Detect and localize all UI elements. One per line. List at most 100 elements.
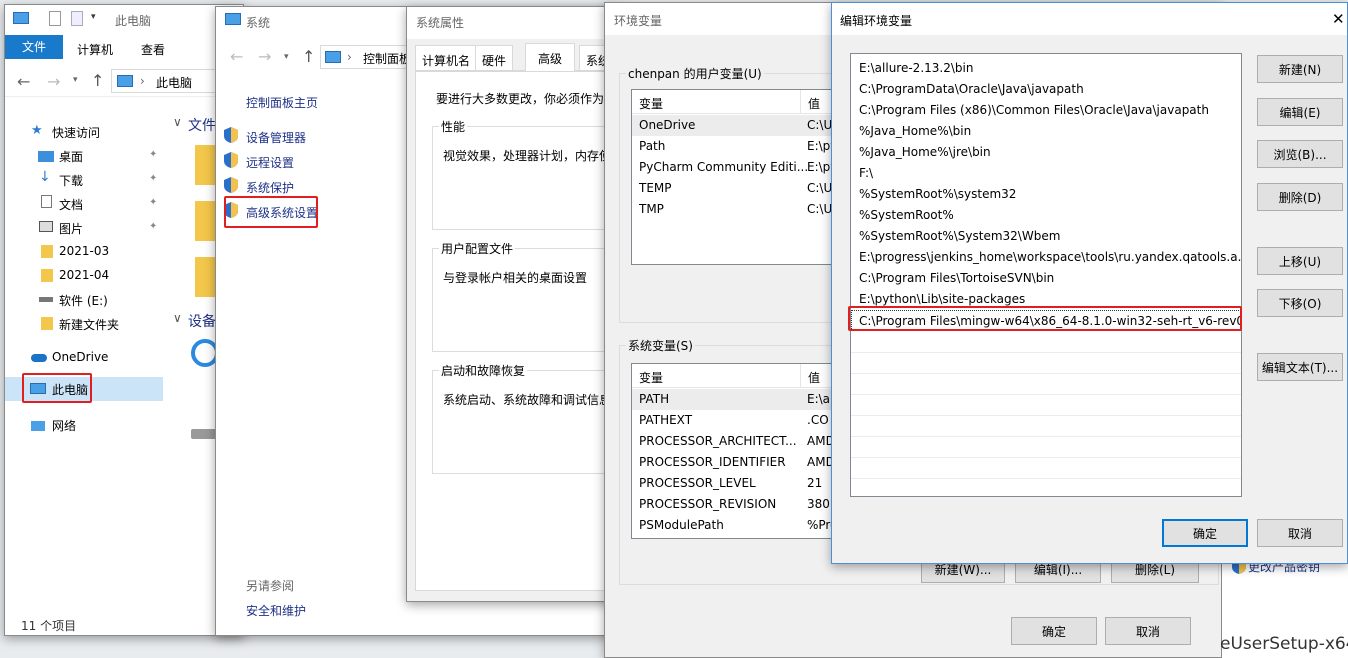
tab-advanced[interactable]: 高级 bbox=[525, 43, 576, 71]
nav-network[interactable]: 网络 bbox=[52, 417, 76, 434]
list-item[interactable]: %Java_Home%\jre\bin bbox=[851, 142, 1241, 163]
nav-onedrive[interactable]: OneDrive bbox=[52, 350, 108, 364]
system-properties-dialog: 系统属性 计算机名 硬件 高级 系统保 要进行大多数更改，你必须作为 性能 视觉… bbox=[406, 6, 616, 602]
nav-item-downloads[interactable]: 下载 bbox=[59, 172, 83, 189]
path-entry: %SystemRoot%\system32 bbox=[859, 187, 1017, 201]
editenv-cancel-button[interactable]: 取消 bbox=[1257, 519, 1343, 547]
background-window-fragment: 更改产品密钥 eUserSetup-x64- bbox=[1220, 548, 1348, 658]
nav-item-2021-03[interactable]: 2021-03 bbox=[59, 244, 109, 258]
column-header-variable[interactable]: 变量 bbox=[639, 95, 663, 112]
nav-item-documents[interactable]: 文档 bbox=[59, 196, 83, 213]
system-protection-link[interactable]: 系统保护 bbox=[246, 179, 294, 196]
empty-row-lines bbox=[851, 332, 1241, 492]
path-entry: %SystemRoot%\System32\Wbem bbox=[859, 229, 1061, 243]
performance-description: 视觉效果，处理器计划，内存使 bbox=[443, 149, 612, 163]
nav-item-drive-e[interactable]: 软件 (E:) bbox=[59, 292, 108, 309]
device-manager-link[interactable]: 设备管理器 bbox=[246, 129, 306, 146]
close-icon[interactable]: ✕ bbox=[1332, 10, 1345, 28]
editenv-title: 编辑环境变量 bbox=[840, 14, 913, 28]
performance-group: 性能 视觉效果，处理器计划，内存使 bbox=[432, 118, 615, 230]
list-item[interactable]: E:\allure-2.13.2\bin bbox=[851, 58, 1241, 79]
forward-arrow-icon[interactable]: → bbox=[258, 47, 271, 66]
up-arrow-icon[interactable]: ↑ bbox=[91, 71, 104, 90]
list-item[interactable]: C:\Program Files\TortoiseSVN\bin bbox=[851, 268, 1241, 289]
nav-quick-access[interactable]: 快速访问 bbox=[52, 124, 100, 141]
section-folders-title[interactable]: 文件 bbox=[188, 115, 216, 135]
back-arrow-icon[interactable]: ← bbox=[17, 72, 30, 91]
security-maintenance-link[interactable]: 安全和维护 bbox=[246, 602, 306, 619]
quick-access-dropdown-icon[interactable]: ▾ bbox=[91, 12, 96, 22]
path-entry: C:\ProgramData\Oracle\Java\javapath bbox=[859, 82, 1084, 96]
section-devices-title[interactable]: 设备 bbox=[188, 311, 216, 331]
list-item[interactable]: C:\Program Files (x86)\Common Files\Orac… bbox=[851, 100, 1241, 121]
control-panel-home-link[interactable]: 控制面板主页 bbox=[246, 94, 318, 111]
variable-name: PROCESSOR_IDENTIFIER bbox=[639, 455, 786, 469]
move-up-button[interactable]: 上移(U) bbox=[1257, 247, 1343, 275]
user-profiles-title: 用户配置文件 bbox=[439, 240, 516, 257]
path-entry: %Java_Home%\jre\bin bbox=[859, 145, 991, 159]
move-down-button[interactable]: 下移(O) bbox=[1257, 289, 1343, 317]
startup-recovery-description: 系统启动、系统故障和调试信息 bbox=[443, 393, 612, 407]
edit-text-button[interactable]: 编辑文本(T)... bbox=[1257, 353, 1343, 381]
edit-button[interactable]: 编辑(E) bbox=[1257, 98, 1343, 126]
column-divider[interactable] bbox=[800, 364, 801, 388]
envvars-ok-button[interactable]: 确定 bbox=[1011, 617, 1097, 645]
variable-value: E:\al bbox=[807, 392, 834, 406]
nav-item-desktop[interactable]: 桌面 bbox=[59, 148, 83, 165]
ribbon-tab-file[interactable]: 文件 bbox=[5, 35, 63, 59]
path-entry: %Java_Home%\bin bbox=[859, 124, 972, 138]
tab-computer-name[interactable]: 计算机名 bbox=[415, 45, 478, 71]
up-arrow-icon[interactable]: ↑ bbox=[302, 47, 315, 66]
delete-button[interactable]: 删除(D) bbox=[1257, 183, 1343, 211]
tab-hardware[interactable]: 硬件 bbox=[475, 45, 514, 71]
remote-settings-link[interactable]: 远程设置 bbox=[246, 154, 294, 171]
section-collapse-icon[interactable]: ∨ bbox=[173, 311, 182, 325]
forward-arrow-icon[interactable]: → bbox=[47, 72, 60, 91]
variable-value: .CO bbox=[807, 413, 829, 427]
sysprops-titlebar: 系统属性 bbox=[407, 7, 615, 39]
new-button[interactable]: 新建(N) bbox=[1257, 55, 1343, 83]
list-item[interactable]: %Java_Home%\bin bbox=[851, 121, 1241, 142]
admin-notice: 要进行大多数更改，你必须作为 bbox=[436, 92, 605, 106]
envvars-cancel-button[interactable]: 取消 bbox=[1105, 617, 1191, 645]
breadcrumb-separator-icon: › bbox=[140, 74, 145, 88]
list-item[interactable]: F:\ bbox=[851, 163, 1241, 184]
computer-icon bbox=[325, 51, 341, 63]
column-header-value[interactable]: 值 bbox=[808, 95, 820, 112]
explorer-title: 此电脑 bbox=[115, 14, 152, 28]
nav-item-2021-04[interactable]: 2021-04 bbox=[59, 268, 109, 282]
variable-value: 21 bbox=[807, 476, 823, 490]
nav-item-new-folder[interactable]: 新建文件夹 bbox=[59, 316, 119, 333]
column-header-variable[interactable]: 变量 bbox=[639, 369, 663, 386]
section-collapse-icon[interactable]: ∨ bbox=[173, 115, 182, 129]
file-explorer-window: ▾ 此电脑 文件 计算机 查看 ← → ▾ ↑ › 此电脑 ★ 快速访问 桌面 … bbox=[4, 4, 244, 636]
nav-item-pictures[interactable]: 图片 bbox=[59, 220, 83, 237]
computer-icon bbox=[225, 13, 241, 25]
path-entries-list[interactable]: E:\allure-2.13.2\bin C:\ProgramData\Orac… bbox=[850, 53, 1242, 497]
explorer-titlebar: ▾ 此电脑 bbox=[5, 5, 243, 33]
user-profiles-group: 用户配置文件 与登录帐户相关的桌面设置 bbox=[432, 240, 615, 352]
recent-dropdown-icon[interactable]: ▾ bbox=[284, 52, 289, 62]
sysprops-tab-strip: 计算机名 硬件 高级 系统保 bbox=[415, 43, 615, 71]
properties-icon[interactable] bbox=[49, 11, 61, 26]
back-arrow-icon[interactable]: ← bbox=[230, 47, 243, 66]
column-header-value[interactable]: 值 bbox=[808, 369, 820, 386]
folder-icon bbox=[41, 245, 53, 258]
system-address-field[interactable]: › 控制面板 bbox=[320, 45, 420, 69]
list-item[interactable]: %SystemRoot% bbox=[851, 205, 1241, 226]
recent-dropdown-icon[interactable]: ▾ bbox=[73, 75, 78, 85]
list-item[interactable]: E:\progress\jenkins_home\workspace\tools… bbox=[851, 247, 1241, 268]
editenv-ok-button[interactable]: 确定 bbox=[1162, 519, 1248, 547]
column-divider[interactable] bbox=[800, 90, 801, 114]
list-item[interactable]: %SystemRoot%\system32 bbox=[851, 184, 1241, 205]
list-item[interactable]: %SystemRoot%\System32\Wbem bbox=[851, 226, 1241, 247]
desktop-icon bbox=[38, 151, 54, 162]
variable-name: PROCESSOR_REVISION bbox=[639, 497, 777, 511]
list-item[interactable]: C:\ProgramData\Oracle\Java\javapath bbox=[851, 79, 1241, 100]
ribbon-tab-computer[interactable]: 计算机 bbox=[77, 41, 113, 58]
address-bar: ← → ▾ ↑ › 此电脑 bbox=[5, 67, 243, 97]
highlight-this-pc bbox=[22, 373, 92, 403]
browse-button[interactable]: 浏览(B)... bbox=[1257, 140, 1343, 168]
new-folder-icon[interactable] bbox=[71, 11, 83, 26]
ribbon-tab-view[interactable]: 查看 bbox=[141, 41, 165, 58]
